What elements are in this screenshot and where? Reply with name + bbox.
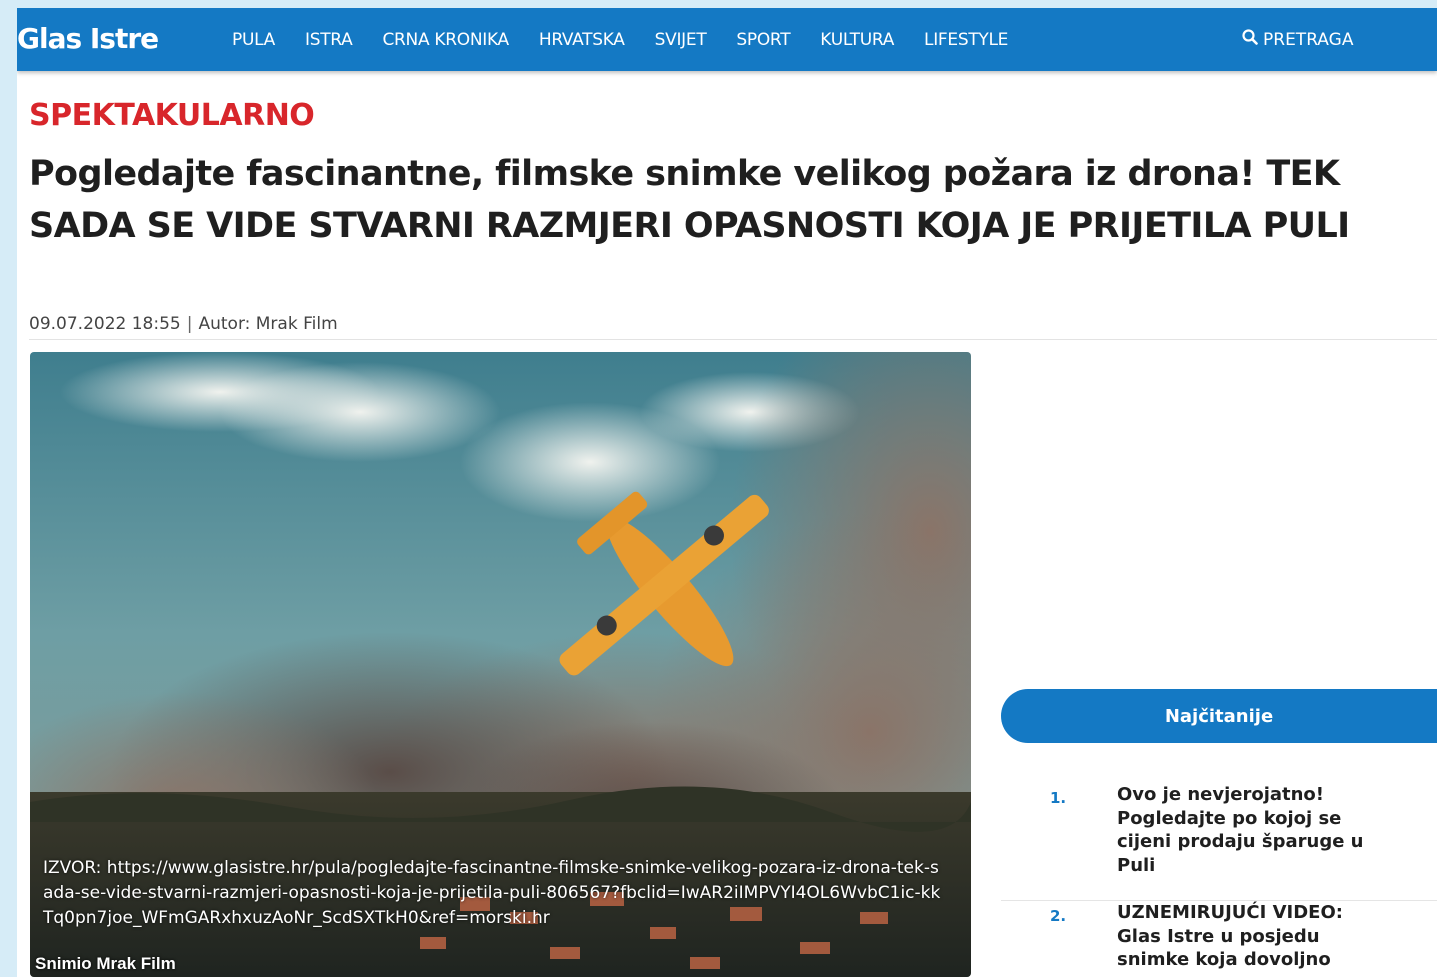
meta-divider xyxy=(29,339,1437,340)
most-read-list: 1. Ovo je nevjerojatno! Pogledajte po ko… xyxy=(1001,783,1437,977)
article-kicker: SPEKTAKULARNO xyxy=(29,98,315,133)
nav-item-sport[interactable]: SPORT xyxy=(736,30,790,50)
main-nav: PULA ISTRA CRNA KRONIKA HRVATSKA SVIJET … xyxy=(217,8,1023,71)
article-author: Autor: Mrak Film xyxy=(198,314,338,334)
article-date: 09.07.2022 18:55 xyxy=(29,314,181,334)
list-item[interactable]: 1. Ovo je nevjerojatno! Pogledajte po ko… xyxy=(1001,783,1437,901)
list-item-number: 2. xyxy=(1050,907,1067,925)
site-logo[interactable]: Glas Istre xyxy=(17,22,159,55)
nav-item-crna-kronika[interactable]: CRNA KRONIKA xyxy=(382,30,509,50)
nav-item-kultura[interactable]: KULTURA xyxy=(820,30,894,50)
search-button[interactable]: PRETRAGA xyxy=(1242,29,1353,50)
nav-item-hrvatska[interactable]: HRVATSKA xyxy=(539,30,625,50)
list-item-title[interactable]: Ovo je nevjerojatno! Pogledajte po kojoj… xyxy=(1117,783,1377,877)
search-icon xyxy=(1242,29,1263,50)
article-photo[interactable]: IZVOR: https://www.glasistre.hr/pula/pog… xyxy=(30,352,971,977)
top-navbar: Glas Istre PULA ISTRA CRNA KRONIKA HRVAT… xyxy=(17,8,1437,71)
search-label: PRETRAGA xyxy=(1263,29,1354,50)
article-headline: Pogledajte fascinantne, filmske snimke v… xyxy=(29,154,1350,246)
page: Glas Istre PULA ISTRA CRNA KRONIKA HRVAT… xyxy=(17,8,1437,977)
list-item-number: 1. xyxy=(1050,789,1067,807)
nav-item-svijet[interactable]: SVIJET xyxy=(655,30,707,50)
article-meta: 09.07.2022 18:55 | Autor: Mrak Film xyxy=(29,314,338,334)
most-read-header[interactable]: Najčitanije xyxy=(1001,689,1437,743)
meta-separator: | xyxy=(186,314,193,334)
nav-item-lifestyle[interactable]: LIFESTYLE xyxy=(924,30,1008,50)
list-item[interactable]: 2. UZNEMIRUJUĆI VIDEO: Glas Istre u posj… xyxy=(1001,901,1437,977)
nav-item-pula[interactable]: PULA xyxy=(232,30,275,50)
nav-item-istra[interactable]: ISTRA xyxy=(305,30,353,50)
list-item-title[interactable]: UZNEMIRUJUĆI VIDEO: Glas Istre u posjedu… xyxy=(1117,901,1377,972)
photo-source-text: IZVOR: https://www.glasistre.hr/pula/pog… xyxy=(43,858,941,928)
photo-credit: Snimio Mrak Film xyxy=(35,954,176,973)
